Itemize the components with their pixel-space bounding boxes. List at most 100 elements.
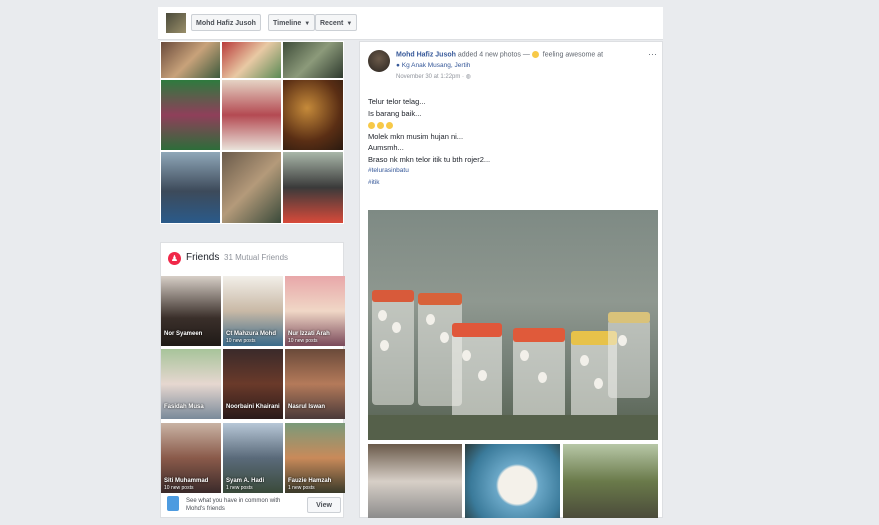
post-author-name[interactable]: Mohd Hafiz Jusoh <box>396 51 456 58</box>
friends-title[interactable]: Friends <box>186 252 219 263</box>
friend-subtext: 10 new posts <box>288 338 318 344</box>
post-line: Telur telor telag... <box>368 97 426 106</box>
profile-name-button[interactable]: Mohd Hafiz Jusoh <box>191 14 261 31</box>
smiley-icon <box>531 51 539 58</box>
hashtag-link[interactable]: #itik <box>368 177 490 189</box>
egg <box>440 332 449 343</box>
egg <box>580 355 589 366</box>
jar-lid <box>608 312 650 323</box>
friend-name[interactable]: Fauzie Hamzah <box>288 478 331 484</box>
photo-thumb[interactable] <box>282 79 344 151</box>
post-time-label[interactable]: November 30 at 1:22pm · <box>396 74 466 80</box>
post-header: Mohd Hafiz Jusoh added 4 new photos — fe… <box>396 51 651 58</box>
profile-avatar[interactable] <box>166 13 186 33</box>
page-bottom-background <box>0 518 879 525</box>
egg <box>520 350 529 361</box>
egg <box>594 378 603 389</box>
post-photo-thumb[interactable] <box>563 444 658 518</box>
egg <box>426 314 435 325</box>
friend-tile[interactable]: Nor Syameen <box>161 276 221 346</box>
left-gutter <box>0 0 158 525</box>
friend-name[interactable]: Siti Muhammad <box>164 478 208 484</box>
egg <box>618 335 627 346</box>
post-action-text: added 4 new photos — <box>457 51 530 59</box>
post-location-label[interactable]: Kg Anak Musang, Jertih <box>402 62 471 69</box>
jar-lid <box>372 290 414 302</box>
recent-label: Recent <box>320 20 344 27</box>
timeline-label: Timeline <box>273 20 302 27</box>
egg <box>380 340 389 351</box>
mutual-friends-count[interactable]: 31 Mutual Friends <box>224 253 288 262</box>
shelf <box>368 415 658 440</box>
friend-name[interactable]: Fasidah Musa <box>164 404 204 410</box>
post-line: Aumsmh... <box>368 143 404 152</box>
friend-name[interactable]: Syam A. Hadi <box>226 478 264 484</box>
post-photo-thumb[interactable] <box>368 444 462 518</box>
globe-icon: ◍ <box>465 74 471 80</box>
photo-thumb[interactable] <box>282 151 344 224</box>
friend-name[interactable]: Nor Syameen <box>164 331 202 337</box>
profile-page: Mohd Hafiz Jusoh Timeline ▼ Recent ▼ ♟ Fri… <box>158 7 663 518</box>
friend-name[interactable]: Ct Mahzura Mohd <box>226 331 276 337</box>
friend-subtext: 10 new posts <box>164 485 194 491</box>
hashtag-link[interactable]: #telurasinbatu <box>368 165 490 177</box>
post-author-avatar[interactable] <box>368 50 390 72</box>
emoji-icon <box>368 121 375 129</box>
photo-thumb[interactable] <box>160 79 221 151</box>
egg <box>538 372 547 383</box>
friend-tile[interactable]: Nasrul Iswan <box>285 349 345 419</box>
emoji-icon <box>377 121 384 129</box>
emoji-icon <box>386 121 393 129</box>
recent-dropdown[interactable]: Recent ▼ <box>315 14 358 31</box>
photos-grid <box>160 41 344 224</box>
view-button[interactable]: View <box>307 497 341 513</box>
friend-tile[interactable]: Siti Muhammad 10 new posts <box>161 423 221 493</box>
post-photo-thumb[interactable] <box>465 444 560 518</box>
post-line: Braso nk mkn telor itik tu bth rojer2... <box>368 154 491 164</box>
friend-name[interactable]: Nasrul Iswan <box>288 404 325 410</box>
friend-tile[interactable]: Syam A. Hadi 1 new posts <box>223 423 283 493</box>
egg-jar <box>452 330 502 425</box>
post-timestamp[interactable]: November 30 at 1:22pm · ◍ <box>396 73 471 80</box>
post-body: Telur telor telag... Is barang baik... M… <box>368 96 490 188</box>
friend-name[interactable]: Noorbaini Khairani <box>226 404 280 410</box>
post-line: Molek mkn musim hujan ni... <box>368 131 464 141</box>
friend-subtext: 1 new posts <box>288 485 315 491</box>
photo-thumb[interactable] <box>160 151 221 224</box>
friend-tile[interactable]: Fauzie Hamzah 1 new posts <box>285 423 345 493</box>
profile-top-bar: Mohd Hafiz Jusoh Timeline ▼ Recent ▼ <box>158 7 663 40</box>
post-feeling-text: feeling awesome at <box>542 51 604 59</box>
timeline-dropdown[interactable]: Timeline ▼ <box>268 14 316 31</box>
chevron-down-icon: ▼ <box>346 21 353 27</box>
jar-lid <box>513 328 565 342</box>
location-pin-icon: ● <box>396 62 400 69</box>
egg <box>478 370 487 381</box>
timeline-post: Mohd Hafiz Jusoh added 4 new photos — fe… <box>359 41 663 518</box>
friend-tile[interactable]: Noorbaini Khairani <box>223 349 283 419</box>
friend-subtext: 10 new posts <box>226 338 256 344</box>
photo-thumb[interactable] <box>282 41 344 79</box>
friend-tile[interactable]: Fasidah Musa <box>161 349 221 419</box>
post-line: Is barang baik... <box>368 108 422 118</box>
photo-thumb[interactable] <box>221 79 282 151</box>
chevron-down-icon: ▼ <box>304 21 311 27</box>
photo-thumb[interactable] <box>221 151 282 224</box>
photo-thumb[interactable] <box>160 41 221 79</box>
egg <box>392 322 401 333</box>
friend-subtext: 1 new posts <box>226 485 253 491</box>
profile-name-label: Mohd Hafiz Jusoh <box>196 20 256 27</box>
friends-icon: ♟ <box>168 252 181 265</box>
post-location[interactable]: ● Kg Anak Musang, Jertih <box>396 62 470 69</box>
egg <box>378 310 387 321</box>
friends-card: ♟ Friends 31 Mutual Friends Nor Syameen … <box>160 242 345 518</box>
egg-jar <box>608 318 650 398</box>
right-gutter <box>663 0 879 525</box>
jar-lid <box>418 293 462 305</box>
post-main-photo[interactable] <box>368 210 658 440</box>
friend-tile[interactable]: Nur Izzati Arah 10 new posts <box>285 276 345 346</box>
friend-tile[interactable]: Ct Mahzura Mohd 10 new posts <box>223 276 283 346</box>
jar-lid <box>452 323 502 337</box>
friend-name[interactable]: Nur Izzati Arah <box>288 331 330 337</box>
photo-thumb[interactable] <box>221 41 282 79</box>
more-options-icon[interactable]: ··· <box>648 49 657 59</box>
